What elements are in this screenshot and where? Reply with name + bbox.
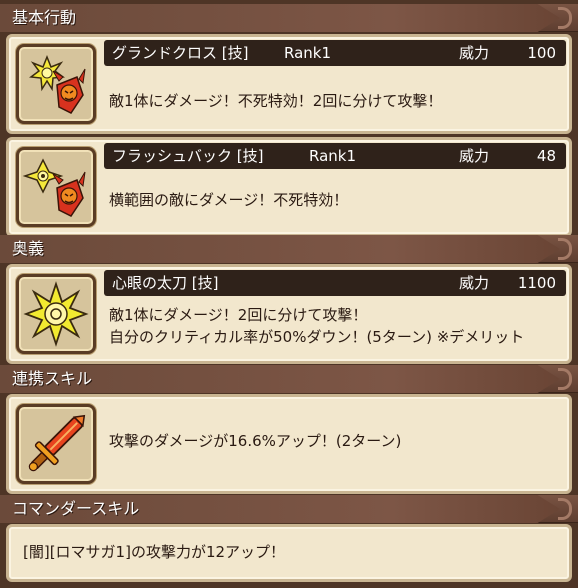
skill-title-bar: フラッシュバック [技] Rank1 威力 48	[104, 143, 566, 169]
power-label: 威力	[459, 274, 490, 292]
skill-icon-frame	[16, 274, 96, 354]
section-title: コマンダースキル	[12, 499, 140, 518]
section-title: 連携スキル	[12, 369, 93, 388]
ougi-title-bar: 心眼の太刀 [技] 威力 1100	[104, 270, 566, 296]
ougi-card[interactable]: 心眼の太刀 [技] 威力 1100 敵1体にダメージ！2回に分けて攻撃！ 自分の…	[6, 264, 572, 364]
section-title: 基本行動	[12, 8, 77, 27]
skill-rank: Rank1	[309, 147, 357, 165]
grand-cross-icon	[29, 54, 86, 114]
skill-rank: Rank1	[284, 44, 332, 62]
power-value: 48	[536, 147, 556, 165]
scroll-curl-decoration	[558, 7, 572, 29]
commander-description: [闇][ロマサガ1]の攻撃力が12アップ！	[23, 543, 286, 561]
section-header-commander: コマンダースキル	[0, 495, 578, 523]
power-value: 1100	[517, 274, 556, 292]
section-header-renkei: 連携スキル	[0, 365, 578, 393]
skill-icon-frame	[16, 147, 96, 227]
skill-detail-panel: 基本行動 グランドクロス [技] Rank1 威力 100 敵1体にダメージ！不…	[0, 0, 578, 588]
skill-icon-frame	[16, 44, 96, 124]
scroll-curl-decoration	[558, 368, 572, 390]
sword-icon	[28, 414, 86, 472]
section-header-basic: 基本行動	[0, 4, 578, 32]
skill-card-flashback[interactable]: フラッシュバック [技] Rank1 威力 48 横範囲の敵にダメージ！不死特効…	[6, 137, 572, 237]
ougi-name: 心眼の太刀 [技]	[112, 274, 219, 292]
skill-description: 横範囲の敵にダメージ！不死特効！	[109, 191, 349, 209]
renkei-description: 攻撃のダメージが16.6%アップ！(2ターン)	[109, 432, 402, 450]
ougi-description-line-1: 敵1体にダメージ！2回に分けて攻撃！	[109, 306, 368, 324]
renkei-card[interactable]: 攻撃のダメージが16.6%アップ！(2ターン)	[6, 394, 572, 494]
power-label: 威力	[459, 147, 490, 165]
section-title: 奥義	[12, 239, 45, 258]
skill-description: 敵1体にダメージ！不死特効！2回に分けて攻撃！	[109, 92, 443, 110]
skill-icon-frame	[16, 404, 96, 484]
shingan-icon	[23, 281, 89, 347]
commander-card[interactable]: [闇][ロマサガ1]の攻撃力が12アップ！	[6, 524, 572, 582]
power-label: 威力	[459, 44, 490, 62]
scroll-curl-decoration	[558, 498, 572, 520]
scroll-curl-decoration	[558, 238, 572, 260]
skill-title-bar: グランドクロス [技] Rank1 威力 100	[104, 40, 566, 66]
power-value: 100	[527, 44, 556, 62]
skill-card-grand-cross[interactable]: グランドクロス [技] Rank1 威力 100 敵1体にダメージ！不死特効！2…	[6, 34, 572, 134]
flashback-icon	[22, 158, 86, 217]
ougi-description-line-2: 自分のクリティカル率が50%ダウン！(5ターン) ※デメリット	[109, 328, 525, 346]
skill-name: グランドクロス [技]	[112, 44, 249, 62]
skill-name: フラッシュバック [技]	[112, 147, 264, 165]
section-header-ougi: 奥義	[0, 235, 578, 263]
